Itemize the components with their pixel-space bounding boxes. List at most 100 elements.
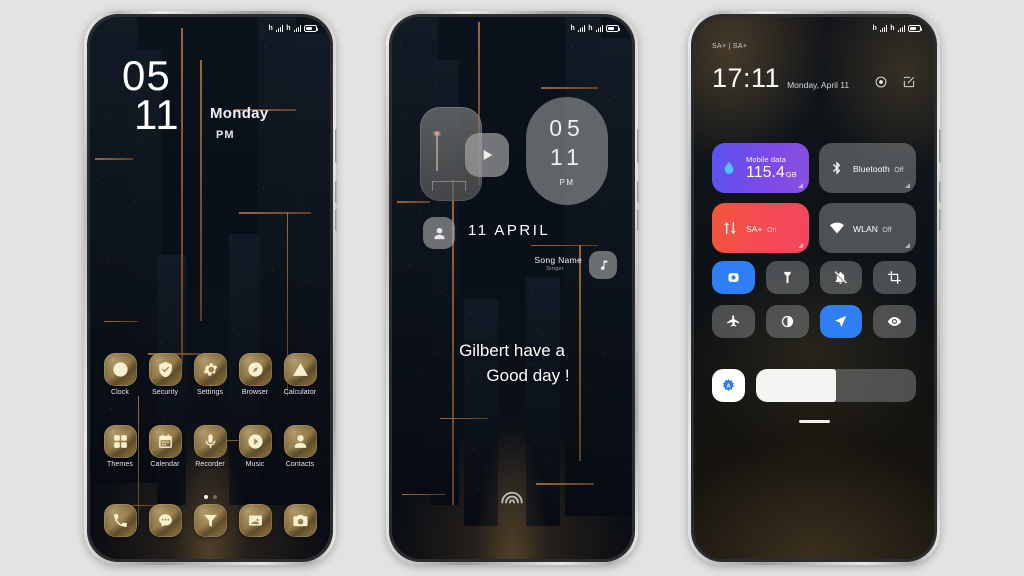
tile-title: Mobile data bbox=[746, 154, 786, 164]
quick-settings-header: 17:11 Monday, April 11 bbox=[712, 65, 916, 92]
brightness-slider[interactable] bbox=[756, 369, 916, 402]
expand-corner-icon[interactable] bbox=[905, 243, 910, 248]
page-indicator[interactable] bbox=[90, 495, 330, 499]
carrier-label: SA+ | SA+ bbox=[712, 43, 748, 50]
network-type-label-2: h bbox=[286, 24, 291, 32]
power-button-3[interactable] bbox=[939, 129, 942, 163]
tile-sa-plus[interactable]: SA+ On bbox=[712, 203, 809, 253]
media-play-button[interactable] bbox=[465, 133, 509, 177]
dock-gallery[interactable] bbox=[235, 504, 275, 537]
screen-3: h h SA+ | SA+ 17:11 Monday, April 11 Mob… bbox=[694, 17, 934, 559]
power-button-2[interactable] bbox=[637, 129, 640, 163]
volume-up-button-1[interactable] bbox=[335, 181, 338, 203]
home-clock-widget[interactable]: 05 11 Monday PM bbox=[90, 55, 330, 141]
power-button-1[interactable] bbox=[335, 129, 338, 163]
tile-bluetooth[interactable]: Bluetooth Off bbox=[819, 143, 916, 193]
person-icon bbox=[283, 425, 317, 458]
tile-location[interactable] bbox=[819, 305, 863, 338]
app-themes[interactable]: Themes bbox=[100, 425, 140, 468]
app-label: Themes bbox=[107, 461, 133, 468]
dock-cleaner[interactable] bbox=[190, 504, 230, 537]
tile-reading-mode[interactable] bbox=[873, 305, 916, 338]
brightness-row: A bbox=[712, 369, 916, 402]
flashlight-icon bbox=[784, 271, 791, 284]
app-label: Browser bbox=[241, 389, 269, 396]
dark-mode-icon bbox=[781, 315, 793, 328]
screen-1: h h 05 11 Monday PM Clock Security Setti… bbox=[90, 17, 330, 559]
volume-down-button-2[interactable] bbox=[637, 209, 640, 231]
brightness-slider-fill bbox=[756, 369, 836, 402]
app-browser[interactable]: Browser bbox=[235, 353, 275, 396]
signal-icon-1 bbox=[276, 24, 284, 32]
volume-down-button-3[interactable] bbox=[939, 209, 942, 231]
app-contacts[interactable]: Contacts bbox=[280, 425, 320, 468]
signal-icon-6 bbox=[897, 24, 905, 32]
network-type-label-5: h bbox=[872, 24, 878, 32]
expand-corner-icon[interactable] bbox=[798, 243, 803, 248]
calendar-icon bbox=[148, 425, 182, 458]
phone-bezel-1: h h 05 11 Monday PM Clock Security Setti… bbox=[87, 14, 333, 562]
screen-2: h h 05 11 PM 11 APRIL Song Name Singer G… bbox=[392, 17, 632, 559]
app-settings[interactable]: Settings bbox=[190, 353, 230, 396]
play-icon bbox=[483, 150, 493, 160]
drag-handle[interactable] bbox=[694, 420, 934, 423]
water-drop-icon bbox=[720, 159, 738, 177]
battery-icon-2 bbox=[606, 24, 621, 32]
bell-mute-icon bbox=[834, 271, 848, 284]
tile-airplane-mode[interactable] bbox=[712, 305, 755, 338]
edit-icon[interactable] bbox=[902, 75, 916, 89]
tile-title: Bluetooth bbox=[853, 164, 890, 174]
fingerprint-unlock[interactable] bbox=[392, 483, 632, 509]
phone-frame-3: h h SA+ | SA+ 17:11 Monday, April 11 Mob… bbox=[688, 11, 942, 565]
tile-dark-mode[interactable] bbox=[765, 305, 809, 338]
contacts-shortcut[interactable] bbox=[423, 217, 455, 249]
status-bar-2: h h bbox=[392, 17, 632, 39]
tile-screenshot[interactable] bbox=[873, 261, 916, 294]
gear-icon bbox=[193, 353, 227, 386]
volume-up-button-2[interactable] bbox=[637, 181, 640, 203]
page-dot-2[interactable] bbox=[212, 495, 217, 499]
quick-settings-small-tiles bbox=[712, 261, 916, 338]
dock-camera[interactable] bbox=[280, 504, 320, 537]
music-shortcut[interactable] bbox=[589, 251, 617, 279]
app-label: Calculator bbox=[283, 389, 317, 396]
phone-home-screen: h h 05 11 Monday PM Clock Security Setti… bbox=[84, 11, 338, 565]
volume-down-button-1[interactable] bbox=[335, 209, 338, 231]
expand-corner-icon[interactable] bbox=[798, 183, 803, 188]
auto-brightness-button[interactable]: A bbox=[712, 369, 745, 402]
lock-date: 11 APRIL bbox=[468, 222, 551, 239]
status-bar-3: h h bbox=[694, 17, 934, 39]
network-type-label-6: h bbox=[890, 24, 895, 32]
app-recorder[interactable]: Recorder bbox=[190, 425, 230, 468]
page-dot-1[interactable] bbox=[203, 495, 208, 499]
song-title: Song Name bbox=[534, 255, 582, 265]
settings-icon[interactable] bbox=[874, 75, 888, 89]
battery-icon-3 bbox=[908, 24, 923, 32]
app-label: Settings bbox=[196, 389, 224, 396]
app-calculator[interactable]: Calculator bbox=[280, 353, 320, 396]
app-calendar[interactable]: Calendar bbox=[145, 425, 185, 468]
tile-flashlight[interactable] bbox=[765, 261, 809, 294]
tile-wlan[interactable]: WLAN Off bbox=[819, 203, 916, 253]
tile-state: Off bbox=[894, 167, 904, 174]
app-security[interactable]: Security bbox=[145, 353, 185, 396]
tile-screen-record[interactable] bbox=[712, 261, 755, 294]
tile-silent-mode[interactable] bbox=[819, 261, 863, 294]
app-music[interactable]: Music bbox=[235, 425, 275, 468]
dock-messages[interactable] bbox=[145, 504, 185, 537]
dock-phone[interactable] bbox=[100, 504, 140, 537]
status-bar-1: h h bbox=[90, 17, 330, 39]
qs-header-actions bbox=[874, 75, 916, 89]
location-arrow-icon bbox=[835, 315, 847, 328]
tile-mobile-data[interactable]: Mobile data 115.4GB bbox=[712, 143, 809, 193]
camera-icon bbox=[283, 504, 317, 537]
status-right-2: h h bbox=[571, 24, 621, 32]
lock-clock-widget[interactable]: 05 11 PM bbox=[526, 97, 608, 205]
volume-up-button-3[interactable] bbox=[939, 181, 942, 203]
song-artist: Singer bbox=[546, 266, 564, 272]
app-clock[interactable]: Clock bbox=[100, 353, 140, 396]
expand-corner-icon[interactable] bbox=[905, 183, 910, 188]
app-label: Clock bbox=[110, 389, 129, 396]
phone-frame-2: h h 05 11 PM 11 APRIL Song Name Singer G… bbox=[386, 11, 640, 565]
tile-state: On bbox=[767, 227, 777, 234]
